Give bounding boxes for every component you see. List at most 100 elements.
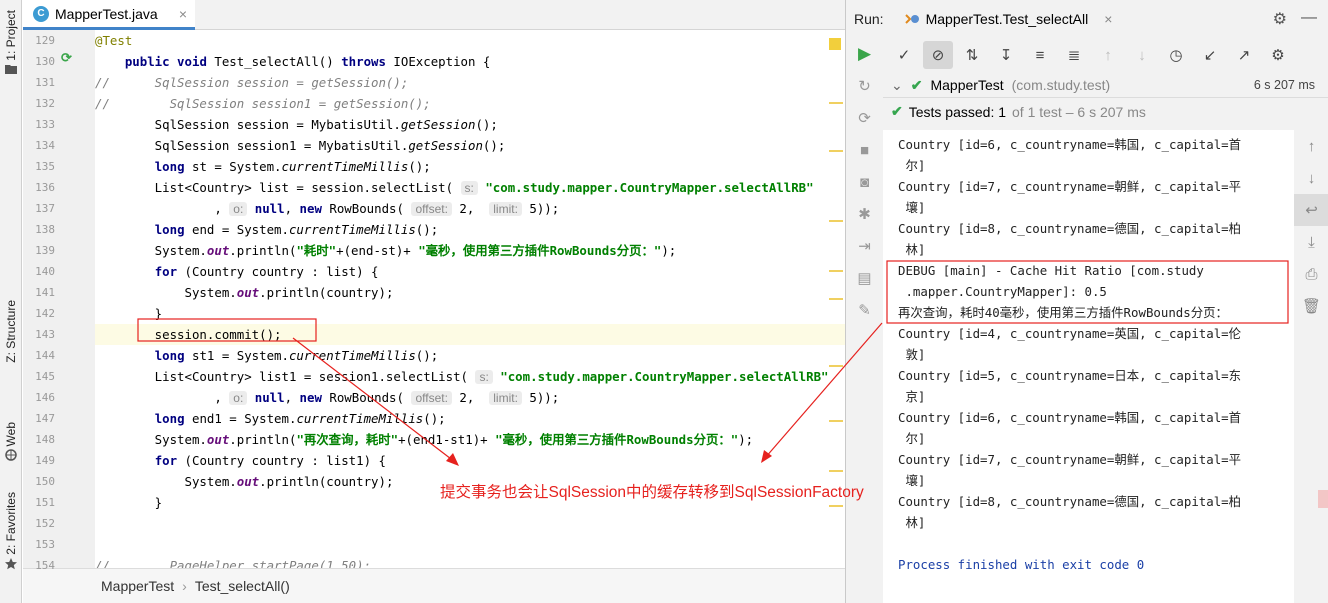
settings-gear-icon[interactable]: ⚙: [1273, 9, 1287, 29]
code-line[interactable]: System.out.println("耗时"+(end-st)+ "毫秒，使用…: [95, 240, 845, 261]
soft-wrap-icon[interactable]: ↩: [1294, 194, 1328, 226]
rerun-play-icon[interactable]: ▶: [846, 38, 883, 70]
code-line[interactable]: , o: null, new RowBounds( offset: 2, lim…: [95, 198, 845, 219]
code-line[interactable]: long st1 = System.currentTimeMillis();: [95, 345, 845, 366]
line-number: 142: [35, 307, 55, 320]
code-line[interactable]: session.commit();: [95, 324, 845, 345]
structure-tool-tab[interactable]: Z: Structure: [0, 300, 22, 363]
up-arrow-icon[interactable]: ↑: [1294, 130, 1328, 162]
console-side-toolbar: ↑ ↓ ↩ ⤓ ⎙ 🗑: [1294, 130, 1328, 603]
stripe-marker[interactable]: [829, 420, 843, 422]
project-tool-tab[interactable]: 1: Project: [0, 10, 22, 74]
next-arrow-icon[interactable]: ↓: [1127, 41, 1157, 69]
console-line: Country [id=6, c_countryname=韩国, c_capit…: [898, 137, 1242, 152]
scroll-to-end-icon[interactable]: ⤓: [1294, 226, 1328, 258]
toggle-auto-test-icon[interactable]: ⟳: [846, 102, 883, 134]
code-line[interactable]: System.out.println(country);: [95, 282, 845, 303]
breadcrumb-method[interactable]: Test_selectAll(): [195, 578, 290, 594]
history-clock-icon[interactable]: ◷: [1161, 41, 1191, 69]
code-line[interactable]: [95, 534, 845, 555]
console-line: 敦]: [898, 347, 926, 362]
code-line[interactable]: SqlSession session1 = MybatisUtil.getSes…: [95, 135, 845, 156]
import-icon[interactable]: ⇥: [846, 230, 883, 262]
stripe-marker[interactable]: [829, 470, 843, 472]
test-class-name: MapperTest: [930, 77, 1004, 93]
previous-arrow-icon[interactable]: ↑: [1093, 41, 1123, 69]
pin-icon[interactable]: ✎: [846, 294, 883, 326]
console-line: 壤]: [898, 200, 926, 215]
run-tab[interactable]: MapperTest.Test_selectAll ×: [894, 0, 1123, 38]
test-tree-root[interactable]: ⌄ ✔ MapperTest (com.study.test) 6 s 207 …: [883, 72, 1328, 98]
code-line[interactable]: // PageHelper.startPage(1,50);: [95, 555, 845, 568]
code-line[interactable]: // SqlSession session1 = getSession();: [95, 93, 845, 114]
chevron-down-icon[interactable]: ⌄: [891, 77, 903, 94]
line-number: 141: [35, 286, 55, 299]
close-tab-icon[interactable]: ×: [179, 6, 187, 22]
console-output[interactable]: Country [id=6, c_countryname=韩国, c_capit…: [883, 130, 1294, 603]
breadcrumb-class[interactable]: MapperTest: [101, 578, 174, 594]
camera-icon[interactable]: ◙: [846, 166, 883, 198]
stripe-marker[interactable]: [829, 150, 843, 152]
line-number: 136: [35, 181, 55, 194]
run-header: Run: MapperTest.Test_selectAll × ⚙ —: [846, 0, 1328, 38]
test-settings-gear-icon[interactable]: ⚙: [1263, 41, 1293, 69]
folder-icon: [5, 64, 17, 74]
warning-marker[interactable]: [829, 38, 841, 50]
rerun-failed-icon[interactable]: ↻: [846, 70, 883, 102]
code-line[interactable]: @Test: [95, 30, 845, 51]
stop-icon[interactable]: ■: [846, 134, 883, 166]
console-line: Country [id=7, c_countryname=朝鲜, c_capit…: [898, 179, 1242, 194]
code-line[interactable]: SqlSession session = MybatisUtil.getSess…: [95, 114, 845, 135]
code-line[interactable]: , o: null, new RowBounds( offset: 2, lim…: [95, 387, 845, 408]
hide-panel-icon[interactable]: —: [1301, 9, 1317, 29]
code-line[interactable]: }: [95, 303, 845, 324]
web-tool-tab[interactable]: Web: [0, 422, 22, 462]
layout-icon[interactable]: ▤: [846, 262, 883, 294]
code-line[interactable]: // SqlSession session = getSession();: [95, 72, 845, 93]
down-arrow-icon[interactable]: ↓: [1294, 162, 1328, 194]
line-number: 132: [35, 97, 55, 110]
stripe-marker[interactable]: [829, 270, 843, 272]
code-line[interactable]: System.out.println("再次查询，耗时"+(end1-st1)+…: [95, 429, 845, 450]
trash-icon[interactable]: 🗑: [1294, 290, 1328, 322]
code-line[interactable]: public void Test_selectAll() throws IOEx…: [95, 51, 845, 72]
export-results-icon[interactable]: ↗: [1229, 41, 1259, 69]
run-test-gutter-icon[interactable]: ⟳: [61, 50, 72, 66]
line-number: 135: [35, 160, 55, 173]
console-line: Country [id=8, c_countryname=德国, c_capit…: [898, 494, 1242, 509]
sort-duration-icon[interactable]: ↧: [991, 41, 1021, 69]
collapse-all-icon[interactable]: ≣: [1059, 41, 1089, 69]
editor-tab-label: MapperTest.java: [55, 5, 158, 22]
print-icon[interactable]: ⎙: [1294, 258, 1328, 290]
code-editor: C MapperTest.java × @Test public void Te…: [23, 0, 845, 603]
favorites-tool-tab[interactable]: 2: Favorites: [0, 492, 22, 570]
import-results-icon[interactable]: ↙: [1195, 41, 1225, 69]
expand-all-icon[interactable]: ≡: [1025, 41, 1055, 69]
stripe-marker[interactable]: [829, 102, 843, 104]
line-number: 143: [35, 328, 55, 341]
console-line: 尔]: [898, 431, 926, 446]
code-line[interactable]: long end1 = System.currentTimeMillis();: [95, 408, 845, 429]
code-line[interactable]: for (Country country : list1) {: [95, 450, 845, 471]
code-line[interactable]: for (Country country : list) {: [95, 261, 845, 282]
stripe-marker[interactable]: [829, 220, 843, 222]
stripe-marker[interactable]: [829, 505, 843, 507]
line-number: 138: [35, 223, 55, 236]
structure-tab-label: Z: Structure: [4, 300, 18, 363]
java-class-icon: C: [33, 5, 49, 22]
close-run-tab-icon[interactable]: ×: [1104, 11, 1112, 27]
editor-tab-mappertest[interactable]: C MapperTest.java ×: [23, 0, 195, 30]
line-number: 146: [35, 391, 55, 404]
code-line[interactable]: List<Country> list1 = session1.selectLis…: [95, 366, 845, 387]
code-line[interactable]: List<Country> list = session.selectList(…: [95, 177, 845, 198]
code-line[interactable]: long st = System.currentTimeMillis();: [95, 156, 845, 177]
stripe-marker[interactable]: [829, 298, 843, 300]
sort-alpha-icon[interactable]: ⇅: [957, 41, 987, 69]
code-line[interactable]: [95, 513, 845, 534]
show-passed-check-icon[interactable]: ✓: [889, 41, 919, 69]
show-ignored-icon[interactable]: ⊘: [923, 41, 953, 69]
stripe-marker[interactable]: [829, 365, 843, 367]
debug-bug-icon[interactable]: ✱: [846, 198, 883, 230]
code-line[interactable]: long end = System.currentTimeMillis();: [95, 219, 845, 240]
test-toolbar: ✓ ⊘ ⇅ ↧ ≡ ≣ ↑ ↓ ◷ ↙ ↗ ⚙: [883, 38, 1328, 72]
